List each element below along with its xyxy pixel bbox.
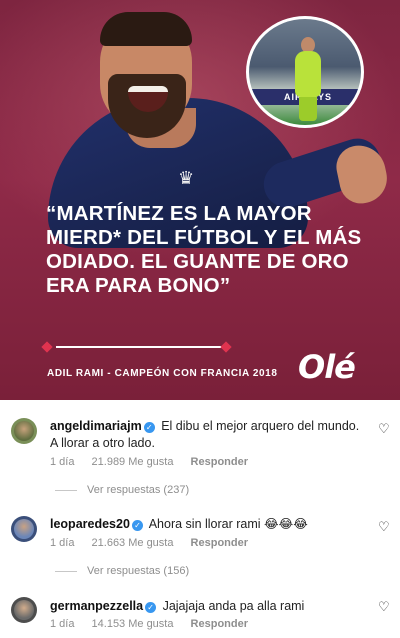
post-image[interactable]: ♛ AIRWAYS “MARTÍNEZ ES LA MAYOR MIERD* D…	[0, 0, 400, 400]
goalkeeper-inset-photo: AIRWAYS	[246, 16, 364, 128]
reply-button[interactable]: Responder	[191, 537, 248, 549]
heart-outline-icon[interactable]: ♡	[378, 600, 390, 615]
avatar-photo	[14, 421, 34, 441]
verified-badge-icon: ✓	[145, 602, 157, 613]
comment-meta: 1 día 21.663 Me gusta Responder	[50, 537, 262, 549]
avatar[interactable]	[11, 516, 37, 542]
view-replies-button[interactable]: Ver respuestas (237)	[55, 484, 189, 496]
verified-badge-icon: ✓	[143, 422, 155, 433]
heart-outline-icon[interactable]: ♡	[378, 520, 390, 535]
divider-line	[56, 346, 226, 348]
avatar-photo	[14, 600, 34, 620]
quote-text: “MARTÍNEZ ES LA MAYOR MIERD* DEL FÚTBOL …	[46, 202, 362, 297]
replies-dash	[55, 570, 77, 572]
comment-age: 1 día	[50, 537, 75, 549]
comment-body: leoparedes20 ✓ Ahora sin llorar rami 😂😂😂	[50, 516, 366, 533]
heart-outline-icon[interactable]: ♡	[378, 422, 390, 437]
replies-dash	[55, 489, 77, 491]
view-replies-button[interactable]: Ver respuestas (156)	[55, 565, 189, 577]
comment-username[interactable]: leoparedes20	[50, 517, 130, 531]
rooster-crest-icon: ♛	[178, 168, 195, 189]
keeper-jersey	[295, 51, 321, 97]
player-hair	[100, 12, 192, 46]
avatar[interactable]	[11, 597, 37, 623]
right-diamond-icon	[220, 341, 232, 353]
comment-body: germanpezzella ✓ Jajajaja anda pa alla ra…	[50, 598, 366, 615]
comment-age: 1 día	[50, 456, 75, 468]
keeper-legs	[299, 97, 317, 121]
ole-logo: Olé	[298, 348, 356, 386]
avatar[interactable]	[11, 418, 37, 444]
comment-text: Ahora sin llorar rami 😂😂😂	[148, 517, 308, 531]
reply-button[interactable]: Responder	[191, 618, 248, 630]
comment-username[interactable]: angeldimariajm	[50, 419, 142, 433]
comment-likes[interactable]: 14.153 Me gusta	[92, 618, 174, 630]
view-replies-label: Ver respuestas (237)	[87, 484, 190, 496]
left-diamond-icon	[41, 341, 53, 353]
comment-likes[interactable]: 21.989 Me gusta	[92, 456, 174, 468]
comment-meta: 1 día 21.989 Me gusta Responder	[50, 456, 262, 468]
comments-section: angeldimariajm ✓ El dibu el mejor arquero…	[0, 400, 400, 638]
comment-username[interactable]: germanpezzella	[50, 599, 143, 613]
comment-body: angeldimariajm ✓ El dibu el mejor arquero…	[50, 418, 366, 452]
comment-likes[interactable]: 21.663 Me gusta	[92, 537, 174, 549]
quote-credit: ADIL RAMI - CAMPEÓN CON FRANCIA 2018	[47, 368, 278, 379]
comment-age: 1 día	[50, 618, 75, 630]
view-replies-label: Ver respuestas (156)	[87, 565, 190, 577]
comment-meta: 1 día 14.153 Me gusta Responder	[50, 618, 262, 630]
comment-text: Jajajaja anda pa alla rami	[162, 599, 305, 613]
reply-button[interactable]: Responder	[191, 456, 248, 468]
avatar-photo	[14, 519, 34, 539]
verified-badge-icon: ✓	[131, 520, 143, 531]
